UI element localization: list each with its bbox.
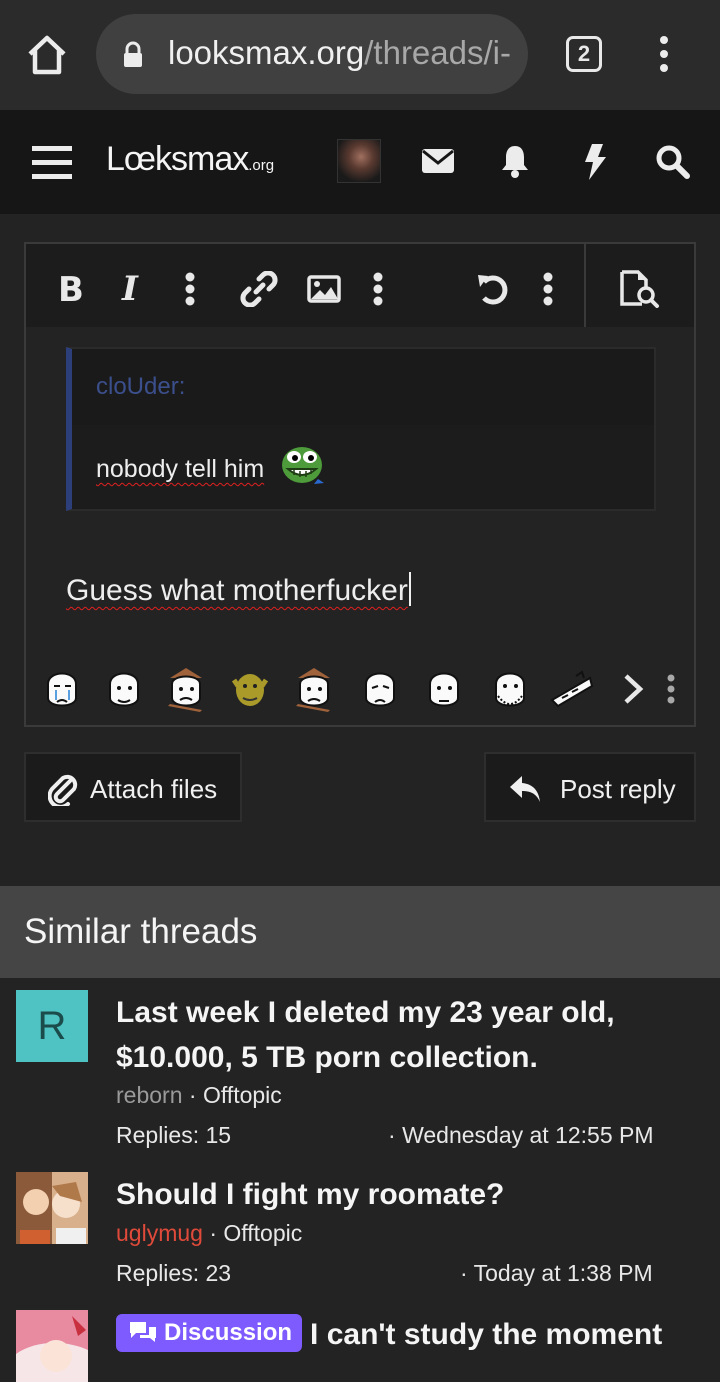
thread-title-line[interactable]: Discussion I can't study the moment [116,1312,696,1357]
thread-replies: Replies: 15 [116,1122,232,1148]
thread-meta: reborn · Offtopic [116,1082,282,1108]
toolbar-divider [584,244,586,327]
lightning-icon[interactable] [583,144,607,180]
thread-date: · Wednesday at 12:55 PM [388,1122,654,1148]
wojak-smilie-icon[interactable] [104,664,144,712]
insert-more-icon[interactable] [372,272,384,306]
similar-threads-header: Similar threads [0,886,720,978]
thread-avatar[interactable] [16,1310,88,1382]
thread-title[interactable]: Should I fight my roomate? [116,1172,696,1217]
wojak-neutral-smilie-icon[interactable] [424,664,464,712]
smilie-more-icon[interactable] [666,674,676,704]
thread-date-text: Today at 1:38 PM [473,1260,653,1286]
thread-forum[interactable]: Offtopic [223,1220,302,1246]
site-logo-text: Lœksmax [106,140,249,178]
pepe-smilie-icon [282,447,324,484]
wojak-bearded-smilie-icon[interactable] [490,664,530,712]
image-icon[interactable] [307,275,341,303]
preview-icon[interactable] [620,270,660,308]
editor-toolbar: B I [26,244,694,327]
editor-body-text[interactable]: Guess what motherfucker [66,572,411,608]
address-bar[interactable]: looksmax.org/threads/i- [96,14,528,94]
discussion-badge-label: Discussion [164,1319,293,1346]
quote-text: nobody tell him [96,455,265,483]
grin-smilie-icon[interactable] [548,664,594,712]
post-reply-button[interactable]: Post reply [484,752,696,822]
inbox-icon[interactable] [421,148,455,174]
attach-files-button[interactable]: Attach files [24,752,242,822]
chevron-right-icon[interactable] [620,672,646,706]
undo-icon[interactable] [476,272,510,306]
smilie-bar [26,654,694,724]
similar-threads-title: Similar threads [24,912,258,951]
user-avatar[interactable] [337,139,381,183]
post-reply-label: Post reply [560,774,676,804]
thread-title: I can't study the moment [310,1318,663,1351]
site-header: Lœksmax.org [0,110,720,214]
lock-icon [124,41,142,67]
quote-author[interactable]: cloUder: [96,373,185,401]
thread-avatar[interactable]: R [16,990,88,1062]
thread-avatar[interactable] [16,1172,88,1244]
bell-icon[interactable] [500,144,530,178]
paperclip-icon [48,774,78,806]
thread-forum[interactable]: Offtopic [203,1082,282,1108]
thread-author[interactable]: reborn [116,1082,182,1108]
browser-toolbar: looksmax.org/threads/i- 2 [0,0,720,110]
discussion-badge: Discussion [116,1314,303,1352]
bold-button[interactable]: B [58,270,84,310]
hamburger-menu-icon[interactable] [32,144,72,180]
thread-date: · Today at 1:38 PM [460,1260,653,1286]
toolbar-more-icon[interactable] [542,272,554,306]
wojak-sad-smilie-icon[interactable] [360,664,400,712]
attach-files-label: Attach files [90,774,218,804]
wojak-crying-smilie-icon[interactable] [42,664,82,712]
tab-switcher-button[interactable]: 2 [566,36,602,72]
thread-author[interactable]: uglymug [116,1220,203,1246]
more-options-icon[interactable] [184,272,196,306]
url-text: looksmax.org/threads/i- [168,34,513,72]
editor-body-content: Guess what motherfucker [66,574,408,607]
wojak-hat-smilie-icon[interactable] [166,664,206,712]
search-icon[interactable] [656,145,690,179]
site-logo-suffix: .org [248,157,275,174]
wojak-cowboy-smilie-icon[interactable] [294,664,334,712]
thread-date-text: Wednesday at 12:55 PM [402,1122,654,1148]
site-logo[interactable]: Lœksmax.org [106,140,274,179]
home-icon[interactable] [22,30,72,80]
thread-meta: uglymug · Offtopic [116,1220,303,1246]
thread-title[interactable]: Last week I deleted my 23 year old, $10.… [116,990,696,1080]
url-path: /threads/i- [364,34,511,71]
url-host: looksmax.org [168,34,365,71]
link-icon[interactable] [240,271,278,307]
reply-arrow-icon [510,776,540,802]
quoted-post: cloUder: nobody tell him [66,347,656,511]
text-caret [408,572,411,606]
thread-replies: Replies: 23 [116,1260,232,1286]
browser-menu-icon[interactable] [652,34,676,74]
discussion-icon [130,1322,156,1342]
shrek-smilie-icon[interactable] [230,664,270,712]
reply-editor[interactable]: B I cloUder: nobody tell him Guess what … [24,242,696,727]
italic-button[interactable]: I [122,269,138,309]
